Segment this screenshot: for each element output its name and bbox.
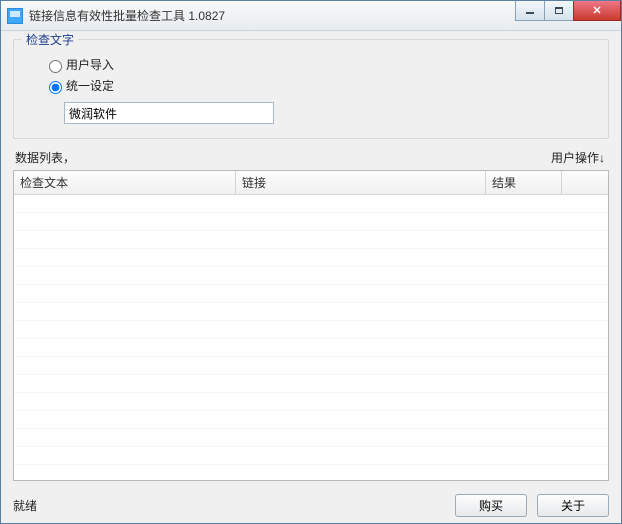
data-list-label: 数据列表， <box>15 149 75 166</box>
col-header-tail <box>562 171 582 194</box>
statusbar: 就绪 购买 关于 <box>1 491 621 523</box>
radio-unified-input[interactable] <box>49 81 62 94</box>
titlebar[interactable]: 链接信息有效性批量检查工具 1.0827 <box>1 1 621 31</box>
radio-unified[interactable]: 统一设定 <box>44 77 596 94</box>
unified-text-input[interactable] <box>64 102 274 124</box>
data-table: 检查文本 链接 结果 <box>13 170 609 481</box>
about-button[interactable]: 关于 <box>537 494 609 517</box>
radio-user-import[interactable]: 用户导入 <box>44 56 596 73</box>
user-ops-label: 用户操作↓ <box>551 149 605 166</box>
maximize-button[interactable] <box>544 1 574 21</box>
radio-user-import-input[interactable] <box>49 60 62 73</box>
app-icon <box>7 8 23 24</box>
table-header: 检查文本 链接 结果 <box>14 171 608 195</box>
radio-unified-label: 统一设定 <box>66 77 114 94</box>
close-button[interactable] <box>573 1 621 21</box>
app-window: 链接信息有效性批量检查工具 1.0827 检查文字 用户导入 统一设定 开始 停… <box>0 0 622 524</box>
col-header-text[interactable]: 检查文本 <box>14 171 236 194</box>
check-text-group: 检查文字 用户导入 统一设定 <box>13 39 609 139</box>
buy-button[interactable]: 购买 <box>455 494 527 517</box>
col-header-result[interactable]: 结果 <box>486 171 562 194</box>
list-labels: 数据列表， 用户操作↓ <box>13 147 609 170</box>
table-body[interactable] <box>14 195 608 480</box>
group-legend: 检查文字 <box>22 31 78 48</box>
col-header-link[interactable]: 链接 <box>236 171 486 194</box>
status-text: 就绪 <box>13 497 37 514</box>
window-controls <box>516 1 621 21</box>
radio-user-import-label: 用户导入 <box>66 56 114 73</box>
client-area: 检查文字 用户导入 统一设定 开始 停止 数据列表， 用户操作↓ 检查文本 链接 <box>1 31 621 491</box>
window-title: 链接信息有效性批量检查工具 1.0827 <box>29 7 225 24</box>
minimize-button[interactable] <box>515 1 545 21</box>
